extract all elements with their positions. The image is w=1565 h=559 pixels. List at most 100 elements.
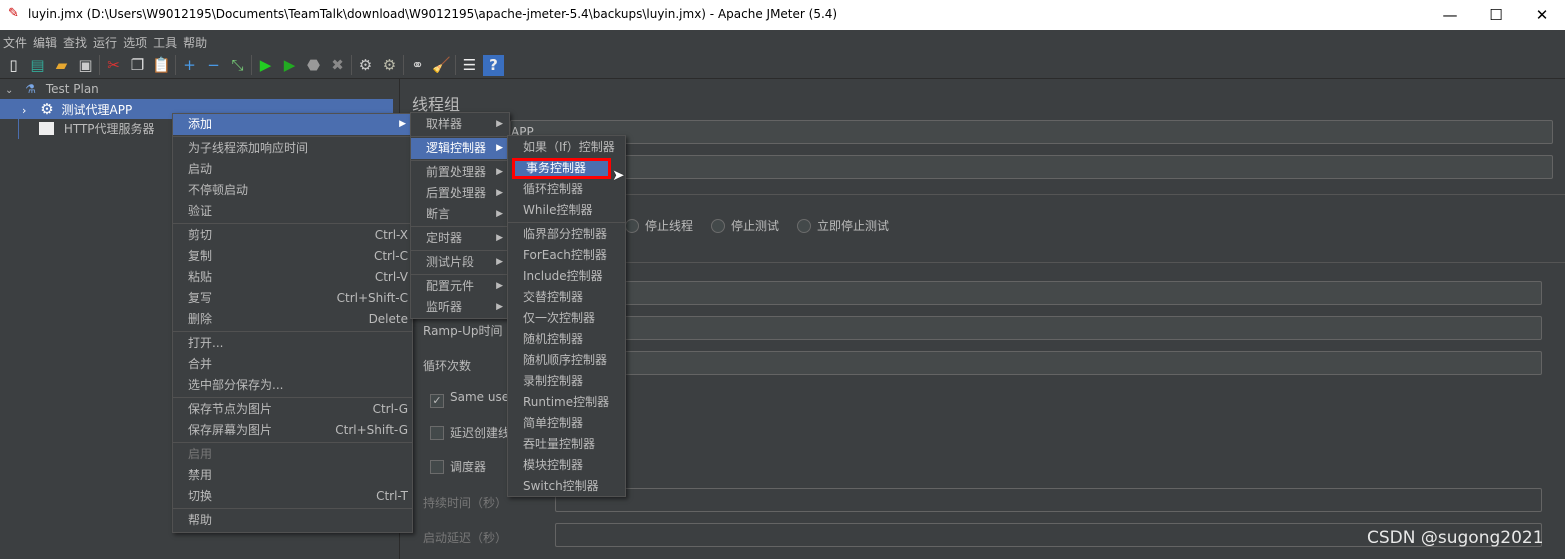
menu-item[interactable]: 配置元件 ▶ xyxy=(411,276,509,297)
menu-2[interactable]: 查找 xyxy=(60,30,90,51)
new-icon[interactable]: ▯ xyxy=(3,55,24,76)
name-field[interactable]: APP xyxy=(510,120,1553,144)
menu-6[interactable]: 帮助 xyxy=(180,30,210,51)
menu-item[interactable]: 后置处理器 ▶ xyxy=(411,183,509,204)
menu-item[interactable]: 录制控制器 xyxy=(508,371,625,392)
radio-stop-test-now[interactable]: 立即停止测试 xyxy=(797,217,889,234)
menu-item[interactable]: 启动 xyxy=(173,159,412,180)
radio-stop-thread[interactable]: 停止线程 xyxy=(625,217,693,234)
comments-field[interactable] xyxy=(510,155,1553,179)
tree-label: Test Plan xyxy=(45,82,99,96)
menu-item[interactable]: 事务控制器 xyxy=(512,158,611,179)
chevron-right-icon[interactable]: › xyxy=(22,104,26,117)
menu-3[interactable]: 运行 xyxy=(90,30,120,51)
menu-0[interactable]: 文件 xyxy=(0,30,30,51)
checkmark-icon[interactable]: ✓ xyxy=(430,394,444,408)
menu-item[interactable]: 禁用 xyxy=(173,465,412,486)
menu-separator xyxy=(173,331,412,332)
rampup-field[interactable] xyxy=(555,316,1542,340)
menu-4[interactable]: 选项 xyxy=(120,30,150,51)
menu-item[interactable]: 合并 xyxy=(173,354,412,375)
menu-5[interactable]: 工具 xyxy=(150,30,180,51)
threads-field[interactable] xyxy=(555,281,1542,305)
menu-item[interactable]: 取样器 ▶ xyxy=(411,114,509,135)
menu-item[interactable]: 断言 ▶ xyxy=(411,204,509,225)
menu-item[interactable]: 随机控制器 xyxy=(508,329,625,350)
chevron-down-icon[interactable]: ⌄ xyxy=(5,85,13,96)
menu-item[interactable]: 保存屏幕为图片 Ctrl+Shift-G xyxy=(173,420,412,441)
menu-item[interactable]: 复制 Ctrl-C xyxy=(173,246,412,267)
templates-icon[interactable]: ▤ xyxy=(27,55,48,76)
search-icon[interactable]: ⚭ xyxy=(407,55,428,76)
expand-icon[interactable]: + xyxy=(179,55,200,76)
menu-item[interactable]: 逻辑控制器 ▶ xyxy=(411,138,509,159)
menu-item[interactable]: 复写 Ctrl+Shift-C xyxy=(173,288,412,309)
save-icon[interactable]: ▣ xyxy=(75,55,96,76)
tree-item-test-plan[interactable]: ⌄ ⚗ Test Plan xyxy=(0,79,393,99)
toggle-icon[interactable]: ⤡ xyxy=(227,55,248,76)
menu-item[interactable]: 简单控制器 xyxy=(508,413,625,434)
menu-item[interactable]: 模块控制器 xyxy=(508,455,625,476)
menu-item[interactable]: 不停顿启动 xyxy=(173,180,412,201)
checkbox-icon[interactable] xyxy=(430,460,444,474)
menu-item[interactable]: 启用 xyxy=(173,444,412,465)
toolbar-separator xyxy=(403,55,404,75)
checkbox-icon[interactable] xyxy=(430,426,444,440)
menu-item[interactable]: 前置处理器 ▶ xyxy=(411,162,509,183)
function-helper-icon[interactable]: ☰ xyxy=(459,55,480,76)
menu-item[interactable]: 临界部分控制器 xyxy=(508,224,625,245)
menu-item[interactable]: 监听器 ▶ xyxy=(411,297,509,318)
menu-item[interactable]: 随机顺序控制器 xyxy=(508,350,625,371)
duration-field[interactable] xyxy=(555,488,1542,512)
menu-item[interactable]: Switch控制器 xyxy=(508,476,625,497)
menu-item[interactable]: 为子线程添加响应时间 xyxy=(173,138,412,159)
copy-icon[interactable]: ❐ xyxy=(127,55,148,76)
reset-search-icon[interactable]: 🧹 xyxy=(431,55,452,76)
cut-icon[interactable]: ✂ xyxy=(103,55,124,76)
menu-item[interactable]: 如果（If）控制器 xyxy=(508,137,625,158)
close-button[interactable]: ✕ xyxy=(1519,0,1565,30)
menu-item[interactable]: 切换 Ctrl-T xyxy=(173,486,412,507)
radio-stop-test[interactable]: 停止测试 xyxy=(711,217,779,234)
radio-icon[interactable] xyxy=(797,219,811,233)
stop-icon[interactable]: ⬣ xyxy=(303,55,324,76)
menu-item[interactable]: ForEach控制器 xyxy=(508,245,625,266)
start-no-pause-icon[interactable]: ▶ xyxy=(279,55,300,76)
menu-1[interactable]: 编辑 xyxy=(30,30,60,51)
menu-item[interactable]: 选中部分保存为... xyxy=(173,375,412,396)
menu-item[interactable]: 添加 ▶ xyxy=(173,114,412,135)
menu-item[interactable]: 验证 xyxy=(173,201,412,222)
menu-item[interactable]: 测试片段 ▶ xyxy=(411,252,509,273)
clear-icon[interactable]: ⚙ xyxy=(355,55,376,76)
flask-icon: ⚗ xyxy=(25,82,36,96)
menu-item[interactable]: 仅一次控制器 xyxy=(508,308,625,329)
menu-item[interactable]: 删除 Delete xyxy=(173,309,412,330)
menu-item[interactable]: Include控制器 xyxy=(508,266,625,287)
menu-item[interactable]: 定时器 ▶ xyxy=(411,228,509,249)
clear-all-icon[interactable]: ⚙ xyxy=(379,55,400,76)
menu-item[interactable]: 帮助 xyxy=(173,510,412,531)
start-icon[interactable]: ▶ xyxy=(255,55,276,76)
maximize-button[interactable]: ☐ xyxy=(1473,0,1519,30)
collapse-icon[interactable]: − xyxy=(203,55,224,76)
menu-item[interactable]: 打开... xyxy=(173,333,412,354)
open-icon[interactable]: ▰ xyxy=(51,55,72,76)
submenu-arrow-icon: ▶ xyxy=(496,119,503,129)
menu-item[interactable]: 交替控制器 xyxy=(508,287,625,308)
loops-field[interactable] xyxy=(555,351,1542,375)
context-menu: 添加 ▶ 为子线程添加响应时间 启动 不停顿启动 验证剪切 Ctrl-X 复制 Ctrl-C 粘贴… xyxy=(172,113,413,533)
minimize-button[interactable]: — xyxy=(1427,0,1473,30)
scheduler-checkbox[interactable]: 调度器 xyxy=(430,458,486,475)
menu-item[interactable]: While控制器 xyxy=(508,200,625,221)
menu-item[interactable]: 吞吐量控制器 xyxy=(508,434,625,455)
paste-icon[interactable]: 📋 xyxy=(151,55,172,76)
radio-icon[interactable] xyxy=(711,219,725,233)
menu-item[interactable]: 循环控制器 xyxy=(508,179,625,200)
menu-item[interactable]: 剪切 Ctrl-X xyxy=(173,225,412,246)
shutdown-icon[interactable]: ✖ xyxy=(327,55,348,76)
menu-item[interactable]: Runtime控制器 xyxy=(508,392,625,413)
help-icon[interactable]: ? xyxy=(483,54,504,76)
radio-icon[interactable] xyxy=(625,219,639,233)
menu-item[interactable]: 保存节点为图片 Ctrl-G xyxy=(173,399,412,420)
menu-item[interactable]: 粘贴 Ctrl-V xyxy=(173,267,412,288)
